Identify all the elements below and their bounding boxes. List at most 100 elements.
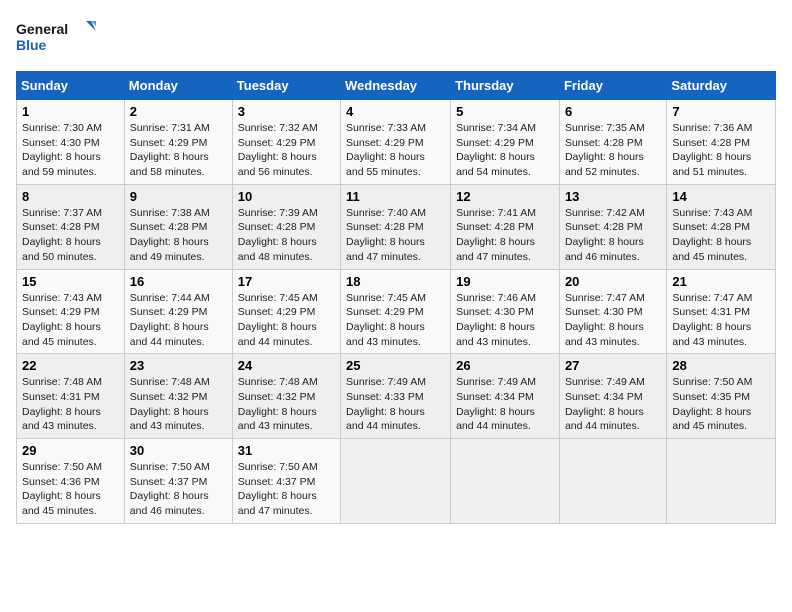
day-number: 8: [22, 189, 119, 204]
calendar-day-cell: 9 Sunrise: 7:38 AM Sunset: 4:28 PM Dayli…: [124, 184, 232, 269]
day-info: Sunrise: 7:50 AM Sunset: 4:36 PM Dayligh…: [22, 460, 119, 519]
day-number: 3: [238, 104, 335, 119]
weekday-header-row: SundayMondayTuesdayWednesdayThursdayFrid…: [17, 72, 776, 100]
logo: General Blue: [16, 16, 96, 61]
calendar-day-cell: 31 Sunrise: 7:50 AM Sunset: 4:37 PM Dayl…: [232, 439, 340, 524]
calendar-day-cell: 15 Sunrise: 7:43 AM Sunset: 4:29 PM Dayl…: [17, 269, 125, 354]
calendar-day-cell: 4 Sunrise: 7:33 AM Sunset: 4:29 PM Dayli…: [341, 100, 451, 185]
calendar-day-cell: 10 Sunrise: 7:39 AM Sunset: 4:28 PM Dayl…: [232, 184, 340, 269]
weekday-header-friday: Friday: [559, 72, 666, 100]
calendar-day-cell: 13 Sunrise: 7:42 AM Sunset: 4:28 PM Dayl…: [559, 184, 666, 269]
day-number: 29: [22, 443, 119, 458]
calendar-day-cell: 25 Sunrise: 7:49 AM Sunset: 4:33 PM Dayl…: [341, 354, 451, 439]
day-info: Sunrise: 7:44 AM Sunset: 4:29 PM Dayligh…: [130, 291, 227, 350]
day-info: Sunrise: 7:38 AM Sunset: 4:28 PM Dayligh…: [130, 206, 227, 265]
day-number: 6: [565, 104, 661, 119]
day-number: 15: [22, 274, 119, 289]
day-info: Sunrise: 7:45 AM Sunset: 4:29 PM Dayligh…: [346, 291, 445, 350]
calendar-day-cell: [559, 439, 666, 524]
calendar-day-cell: 14 Sunrise: 7:43 AM Sunset: 4:28 PM Dayl…: [667, 184, 776, 269]
day-number: 1: [22, 104, 119, 119]
calendar-week-row: 15 Sunrise: 7:43 AM Sunset: 4:29 PM Dayl…: [17, 269, 776, 354]
calendar-day-cell: 22 Sunrise: 7:48 AM Sunset: 4:31 PM Dayl…: [17, 354, 125, 439]
day-info: Sunrise: 7:32 AM Sunset: 4:29 PM Dayligh…: [238, 121, 335, 180]
day-info: Sunrise: 7:36 AM Sunset: 4:28 PM Dayligh…: [672, 121, 770, 180]
day-info: Sunrise: 7:48 AM Sunset: 4:31 PM Dayligh…: [22, 375, 119, 434]
day-info: Sunrise: 7:39 AM Sunset: 4:28 PM Dayligh…: [238, 206, 335, 265]
svg-text:Blue: Blue: [16, 37, 47, 53]
day-info: Sunrise: 7:47 AM Sunset: 4:30 PM Dayligh…: [565, 291, 661, 350]
day-number: 2: [130, 104, 227, 119]
svg-text:General: General: [16, 21, 68, 37]
day-info: Sunrise: 7:43 AM Sunset: 4:28 PM Dayligh…: [672, 206, 770, 265]
weekday-header-wednesday: Wednesday: [341, 72, 451, 100]
day-info: Sunrise: 7:42 AM Sunset: 4:28 PM Dayligh…: [565, 206, 661, 265]
calendar-day-cell: 17 Sunrise: 7:45 AM Sunset: 4:29 PM Dayl…: [232, 269, 340, 354]
day-number: 26: [456, 358, 554, 373]
calendar-day-cell: 11 Sunrise: 7:40 AM Sunset: 4:28 PM Dayl…: [341, 184, 451, 269]
day-info: Sunrise: 7:31 AM Sunset: 4:29 PM Dayligh…: [130, 121, 227, 180]
day-number: 27: [565, 358, 661, 373]
day-number: 31: [238, 443, 335, 458]
weekday-header-sunday: Sunday: [17, 72, 125, 100]
calendar-week-row: 8 Sunrise: 7:37 AM Sunset: 4:28 PM Dayli…: [17, 184, 776, 269]
day-number: 30: [130, 443, 227, 458]
weekday-header-tuesday: Tuesday: [232, 72, 340, 100]
day-number: 28: [672, 358, 770, 373]
calendar-week-row: 1 Sunrise: 7:30 AM Sunset: 4:30 PM Dayli…: [17, 100, 776, 185]
calendar-day-cell: 27 Sunrise: 7:49 AM Sunset: 4:34 PM Dayl…: [559, 354, 666, 439]
day-info: Sunrise: 7:46 AM Sunset: 4:30 PM Dayligh…: [456, 291, 554, 350]
day-number: 16: [130, 274, 227, 289]
calendar-day-cell: 3 Sunrise: 7:32 AM Sunset: 4:29 PM Dayli…: [232, 100, 340, 185]
calendar-day-cell: 28 Sunrise: 7:50 AM Sunset: 4:35 PM Dayl…: [667, 354, 776, 439]
day-number: 5: [456, 104, 554, 119]
day-number: 22: [22, 358, 119, 373]
calendar-table: SundayMondayTuesdayWednesdayThursdayFrid…: [16, 71, 776, 524]
day-info: Sunrise: 7:43 AM Sunset: 4:29 PM Dayligh…: [22, 291, 119, 350]
calendar-day-cell: 12 Sunrise: 7:41 AM Sunset: 4:28 PM Dayl…: [451, 184, 560, 269]
calendar-day-cell: [341, 439, 451, 524]
weekday-header-monday: Monday: [124, 72, 232, 100]
day-info: Sunrise: 7:50 AM Sunset: 4:35 PM Dayligh…: [672, 375, 770, 434]
calendar-day-cell: 1 Sunrise: 7:30 AM Sunset: 4:30 PM Dayli…: [17, 100, 125, 185]
day-info: Sunrise: 7:34 AM Sunset: 4:29 PM Dayligh…: [456, 121, 554, 180]
calendar-day-cell: 20 Sunrise: 7:47 AM Sunset: 4:30 PM Dayl…: [559, 269, 666, 354]
calendar-day-cell: 23 Sunrise: 7:48 AM Sunset: 4:32 PM Dayl…: [124, 354, 232, 439]
day-info: Sunrise: 7:40 AM Sunset: 4:28 PM Dayligh…: [346, 206, 445, 265]
calendar-day-cell: 7 Sunrise: 7:36 AM Sunset: 4:28 PM Dayli…: [667, 100, 776, 185]
weekday-header-saturday: Saturday: [667, 72, 776, 100]
calendar-day-cell: 6 Sunrise: 7:35 AM Sunset: 4:28 PM Dayli…: [559, 100, 666, 185]
day-number: 18: [346, 274, 445, 289]
weekday-header-thursday: Thursday: [451, 72, 560, 100]
day-info: Sunrise: 7:49 AM Sunset: 4:33 PM Dayligh…: [346, 375, 445, 434]
header: General Blue: [16, 16, 776, 61]
day-info: Sunrise: 7:47 AM Sunset: 4:31 PM Dayligh…: [672, 291, 770, 350]
calendar-day-cell: 16 Sunrise: 7:44 AM Sunset: 4:29 PM Dayl…: [124, 269, 232, 354]
day-number: 14: [672, 189, 770, 204]
calendar-day-cell: 26 Sunrise: 7:49 AM Sunset: 4:34 PM Dayl…: [451, 354, 560, 439]
day-info: Sunrise: 7:50 AM Sunset: 4:37 PM Dayligh…: [238, 460, 335, 519]
day-info: Sunrise: 7:33 AM Sunset: 4:29 PM Dayligh…: [346, 121, 445, 180]
day-number: 24: [238, 358, 335, 373]
day-number: 17: [238, 274, 335, 289]
day-number: 9: [130, 189, 227, 204]
day-number: 10: [238, 189, 335, 204]
day-info: Sunrise: 7:48 AM Sunset: 4:32 PM Dayligh…: [130, 375, 227, 434]
calendar-day-cell: 8 Sunrise: 7:37 AM Sunset: 4:28 PM Dayli…: [17, 184, 125, 269]
day-info: Sunrise: 7:50 AM Sunset: 4:37 PM Dayligh…: [130, 460, 227, 519]
day-info: Sunrise: 7:49 AM Sunset: 4:34 PM Dayligh…: [456, 375, 554, 434]
day-number: 20: [565, 274, 661, 289]
day-number: 21: [672, 274, 770, 289]
calendar-day-cell: 18 Sunrise: 7:45 AM Sunset: 4:29 PM Dayl…: [341, 269, 451, 354]
day-number: 7: [672, 104, 770, 119]
calendar-day-cell: 21 Sunrise: 7:47 AM Sunset: 4:31 PM Dayl…: [667, 269, 776, 354]
calendar-week-row: 22 Sunrise: 7:48 AM Sunset: 4:31 PM Dayl…: [17, 354, 776, 439]
day-info: Sunrise: 7:41 AM Sunset: 4:28 PM Dayligh…: [456, 206, 554, 265]
calendar-day-cell: 24 Sunrise: 7:48 AM Sunset: 4:32 PM Dayl…: [232, 354, 340, 439]
day-info: Sunrise: 7:48 AM Sunset: 4:32 PM Dayligh…: [238, 375, 335, 434]
day-info: Sunrise: 7:45 AM Sunset: 4:29 PM Dayligh…: [238, 291, 335, 350]
calendar-day-cell: [451, 439, 560, 524]
calendar-day-cell: [667, 439, 776, 524]
calendar-day-cell: 2 Sunrise: 7:31 AM Sunset: 4:29 PM Dayli…: [124, 100, 232, 185]
day-number: 4: [346, 104, 445, 119]
